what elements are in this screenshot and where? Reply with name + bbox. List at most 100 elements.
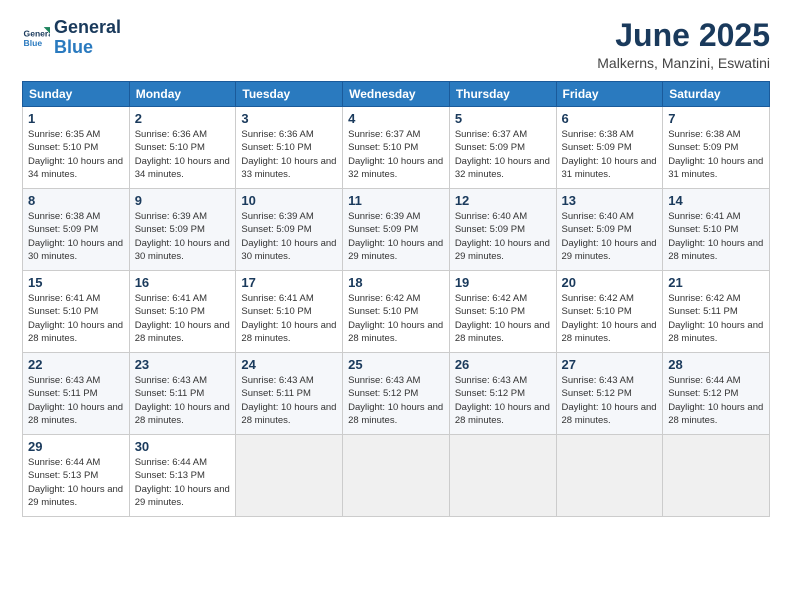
day-number: 1: [28, 111, 124, 126]
day-detail: Sunrise: 6:35 AMSunset: 5:10 PMDaylight:…: [28, 128, 124, 181]
table-row: 29 Sunrise: 6:44 AMSunset: 5:13 PMDayligh…: [23, 435, 130, 517]
day-detail: Sunrise: 6:37 AMSunset: 5:10 PMDaylight:…: [348, 128, 444, 181]
calendar-table: Sunday Monday Tuesday Wednesday Thursday…: [22, 81, 770, 517]
day-number: 27: [562, 357, 658, 372]
table-row: 6 Sunrise: 6:38 AMSunset: 5:09 PMDaylight…: [556, 107, 663, 189]
day-detail: Sunrise: 6:42 AMSunset: 5:10 PMDaylight:…: [455, 292, 551, 345]
day-detail: Sunrise: 6:42 AMSunset: 5:10 PMDaylight:…: [562, 292, 658, 345]
calendar-row: 29 Sunrise: 6:44 AMSunset: 5:13 PMDayligh…: [23, 435, 770, 517]
table-row: 11Sunrise: 6:39 AMSunset: 5:09 PMDayligh…: [343, 189, 450, 271]
table-row: 10 Sunrise: 6:39 AMSunset: 5:09 PMDayligh…: [236, 189, 343, 271]
day-number: 6: [562, 111, 658, 126]
header: General Blue General Blue June 2025 Malk…: [22, 18, 770, 71]
day-detail: Sunrise: 6:39 AMSunset: 5:09 PMDaylight:…: [135, 210, 231, 263]
table-row: [236, 435, 343, 517]
day-number: 17: [241, 275, 337, 290]
day-number: 11: [348, 193, 444, 208]
table-row: 7 Sunrise: 6:38 AMSunset: 5:09 PMDaylight…: [663, 107, 770, 189]
day-detail: Sunrise: 6:44 AMSunset: 5:13 PMDaylight:…: [28, 456, 124, 509]
table-row: 18 Sunrise: 6:42 AMSunset: 5:10 PMDayligh…: [343, 271, 450, 353]
day-detail: Sunrise: 6:41 AMSunset: 5:10 PMDaylight:…: [28, 292, 124, 345]
day-detail: Sunrise: 6:43 AMSunset: 5:11 PMDaylight:…: [241, 374, 337, 427]
header-tuesday: Tuesday: [236, 82, 343, 107]
svg-text:Blue: Blue: [24, 38, 43, 48]
day-number: 9: [135, 193, 231, 208]
day-detail: Sunrise: 6:44 AMSunset: 5:12 PMDaylight:…: [668, 374, 764, 427]
day-number: 29: [28, 439, 124, 454]
day-detail: Sunrise: 6:39 AMSunset: 5:09 PMDaylight:…: [241, 210, 337, 263]
month-title: June 2025: [597, 18, 770, 53]
table-row: 1 Sunrise: 6:35 AMSunset: 5:10 PMDaylight…: [23, 107, 130, 189]
day-number: 23: [135, 357, 231, 372]
weekday-header-row: Sunday Monday Tuesday Wednesday Thursday…: [23, 82, 770, 107]
logo-icon: General Blue: [22, 24, 50, 52]
day-number: 4: [348, 111, 444, 126]
day-detail: Sunrise: 6:38 AMSunset: 5:09 PMDaylight:…: [668, 128, 764, 181]
day-number: 26: [455, 357, 551, 372]
table-row: 5Sunrise: 6:37 AMSunset: 5:09 PMDaylight…: [449, 107, 556, 189]
day-number: 14: [668, 193, 764, 208]
table-row: [663, 435, 770, 517]
calendar-row: 15 Sunrise: 6:41 AMSunset: 5:10 PMDayligh…: [23, 271, 770, 353]
logo-line2: Blue: [54, 38, 121, 58]
logo: General Blue General Blue: [22, 18, 121, 58]
day-number: 30: [135, 439, 231, 454]
table-row: 2Sunrise: 6:36 AMSunset: 5:10 PMDaylight…: [129, 107, 236, 189]
day-number: 20: [562, 275, 658, 290]
day-detail: Sunrise: 6:43 AMSunset: 5:12 PMDaylight:…: [562, 374, 658, 427]
table-row: 24Sunrise: 6:43 AMSunset: 5:11 PMDayligh…: [236, 353, 343, 435]
day-detail: Sunrise: 6:42 AMSunset: 5:11 PMDaylight:…: [668, 292, 764, 345]
table-row: [449, 435, 556, 517]
day-detail: Sunrise: 6:43 AMSunset: 5:11 PMDaylight:…: [28, 374, 124, 427]
day-number: 12: [455, 193, 551, 208]
table-row: 26 Sunrise: 6:43 AMSunset: 5:12 PMDayligh…: [449, 353, 556, 435]
day-number: 3: [241, 111, 337, 126]
header-thursday: Thursday: [449, 82, 556, 107]
table-row: 30 Sunrise: 6:44 AMSunset: 5:13 PMDayligh…: [129, 435, 236, 517]
day-number: 18: [348, 275, 444, 290]
logo-line1: General: [54, 18, 121, 38]
day-detail: Sunrise: 6:41 AMSunset: 5:10 PMDaylight:…: [135, 292, 231, 345]
day-number: 16: [135, 275, 231, 290]
header-monday: Monday: [129, 82, 236, 107]
calendar-page: General Blue General Blue June 2025 Malk…: [0, 0, 792, 612]
day-number: 15: [28, 275, 124, 290]
day-detail: Sunrise: 6:43 AMSunset: 5:12 PMDaylight:…: [455, 374, 551, 427]
day-detail: Sunrise: 6:40 AMSunset: 5:09 PMDaylight:…: [455, 210, 551, 263]
day-number: 5: [455, 111, 551, 126]
day-number: 10: [241, 193, 337, 208]
day-number: 22: [28, 357, 124, 372]
header-saturday: Saturday: [663, 82, 770, 107]
table-row: 27 Sunrise: 6:43 AMSunset: 5:12 PMDayligh…: [556, 353, 663, 435]
day-number: 7: [668, 111, 764, 126]
day-detail: Sunrise: 6:41 AMSunset: 5:10 PMDaylight:…: [668, 210, 764, 263]
day-detail: Sunrise: 6:43 AMSunset: 5:11 PMDaylight:…: [135, 374, 231, 427]
table-row: [343, 435, 450, 517]
day-number: 28: [668, 357, 764, 372]
table-row: 20 Sunrise: 6:42 AMSunset: 5:10 PMDayligh…: [556, 271, 663, 353]
day-number: 8: [28, 193, 124, 208]
table-row: 13Sunrise: 6:40 AMSunset: 5:09 PMDayligh…: [556, 189, 663, 271]
day-detail: Sunrise: 6:44 AMSunset: 5:13 PMDaylight:…: [135, 456, 231, 509]
table-row: 4 Sunrise: 6:37 AMSunset: 5:10 PMDaylight…: [343, 107, 450, 189]
logo-text: General Blue: [54, 18, 121, 58]
location-title: Malkerns, Manzini, Eswatini: [597, 55, 770, 71]
table-row: [556, 435, 663, 517]
day-detail: Sunrise: 6:42 AMSunset: 5:10 PMDaylight:…: [348, 292, 444, 345]
header-wednesday: Wednesday: [343, 82, 450, 107]
table-row: 21 Sunrise: 6:42 AMSunset: 5:11 PMDayligh…: [663, 271, 770, 353]
table-row: 23 Sunrise: 6:43 AMSunset: 5:11 PMDayligh…: [129, 353, 236, 435]
header-sunday: Sunday: [23, 82, 130, 107]
table-row: 17Sunrise: 6:41 AMSunset: 5:10 PMDayligh…: [236, 271, 343, 353]
day-detail: Sunrise: 6:38 AMSunset: 5:09 PMDaylight:…: [28, 210, 124, 263]
table-row: 28 Sunrise: 6:44 AMSunset: 5:12 PMDayligh…: [663, 353, 770, 435]
day-detail: Sunrise: 6:36 AMSunset: 5:10 PMDaylight:…: [241, 128, 337, 181]
table-row: 12 Sunrise: 6:40 AMSunset: 5:09 PMDayligh…: [449, 189, 556, 271]
day-number: 13: [562, 193, 658, 208]
day-number: 21: [668, 275, 764, 290]
calendar-row: 1 Sunrise: 6:35 AMSunset: 5:10 PMDaylight…: [23, 107, 770, 189]
day-detail: Sunrise: 6:43 AMSunset: 5:12 PMDaylight:…: [348, 374, 444, 427]
header-friday: Friday: [556, 82, 663, 107]
table-row: 9 Sunrise: 6:39 AMSunset: 5:09 PMDaylight…: [129, 189, 236, 271]
day-detail: Sunrise: 6:38 AMSunset: 5:09 PMDaylight:…: [562, 128, 658, 181]
